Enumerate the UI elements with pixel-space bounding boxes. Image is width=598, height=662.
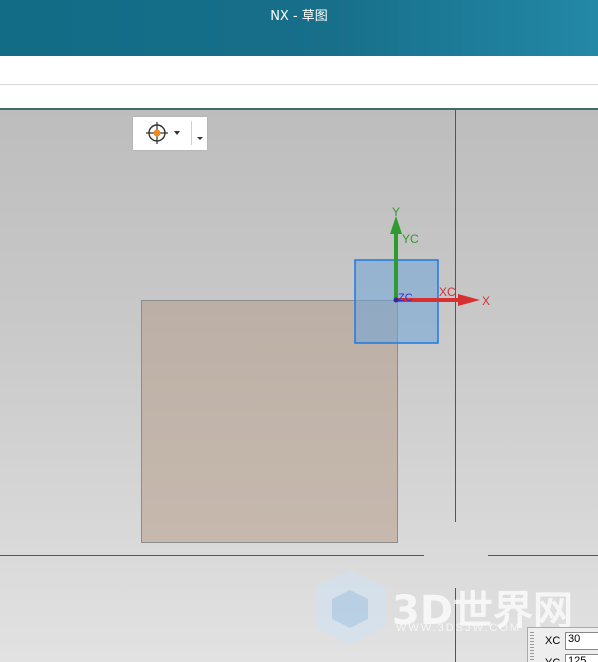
x-axis-arrow — [458, 294, 480, 306]
window-title: NX - 草图 — [270, 9, 328, 24]
ribbon-separator — [0, 84, 598, 85]
watermark-url: WWW.3DSJW.COM — [396, 622, 521, 634]
title-bar: NX - 草图 — [0, 0, 598, 56]
xc-input[interactable]: 30 — [565, 632, 598, 650]
zc-axis-label: ZC — [398, 292, 413, 304]
xc-label: XC — [545, 635, 561, 647]
x-axis-label: X — [482, 294, 490, 308]
yc-axis-label: YC — [402, 232, 419, 246]
xc-axis-label: XC — [439, 285, 456, 299]
y-axis-label: Y — [392, 205, 400, 219]
yc-label: YC — [545, 657, 560, 662]
panel-grip[interactable] — [530, 632, 534, 662]
ribbon-toolbar — [0, 56, 598, 110]
csys-origin — [393, 297, 399, 303]
yc-input[interactable]: 125 — [565, 654, 598, 662]
coordinate-input-panel: XC 30 YC 125 — [527, 627, 598, 662]
graphics-viewport[interactable]: Y YC XC X ZC 3D世界网 WWW.3DSJW.COM XC 30 Y… — [0, 110, 598, 662]
